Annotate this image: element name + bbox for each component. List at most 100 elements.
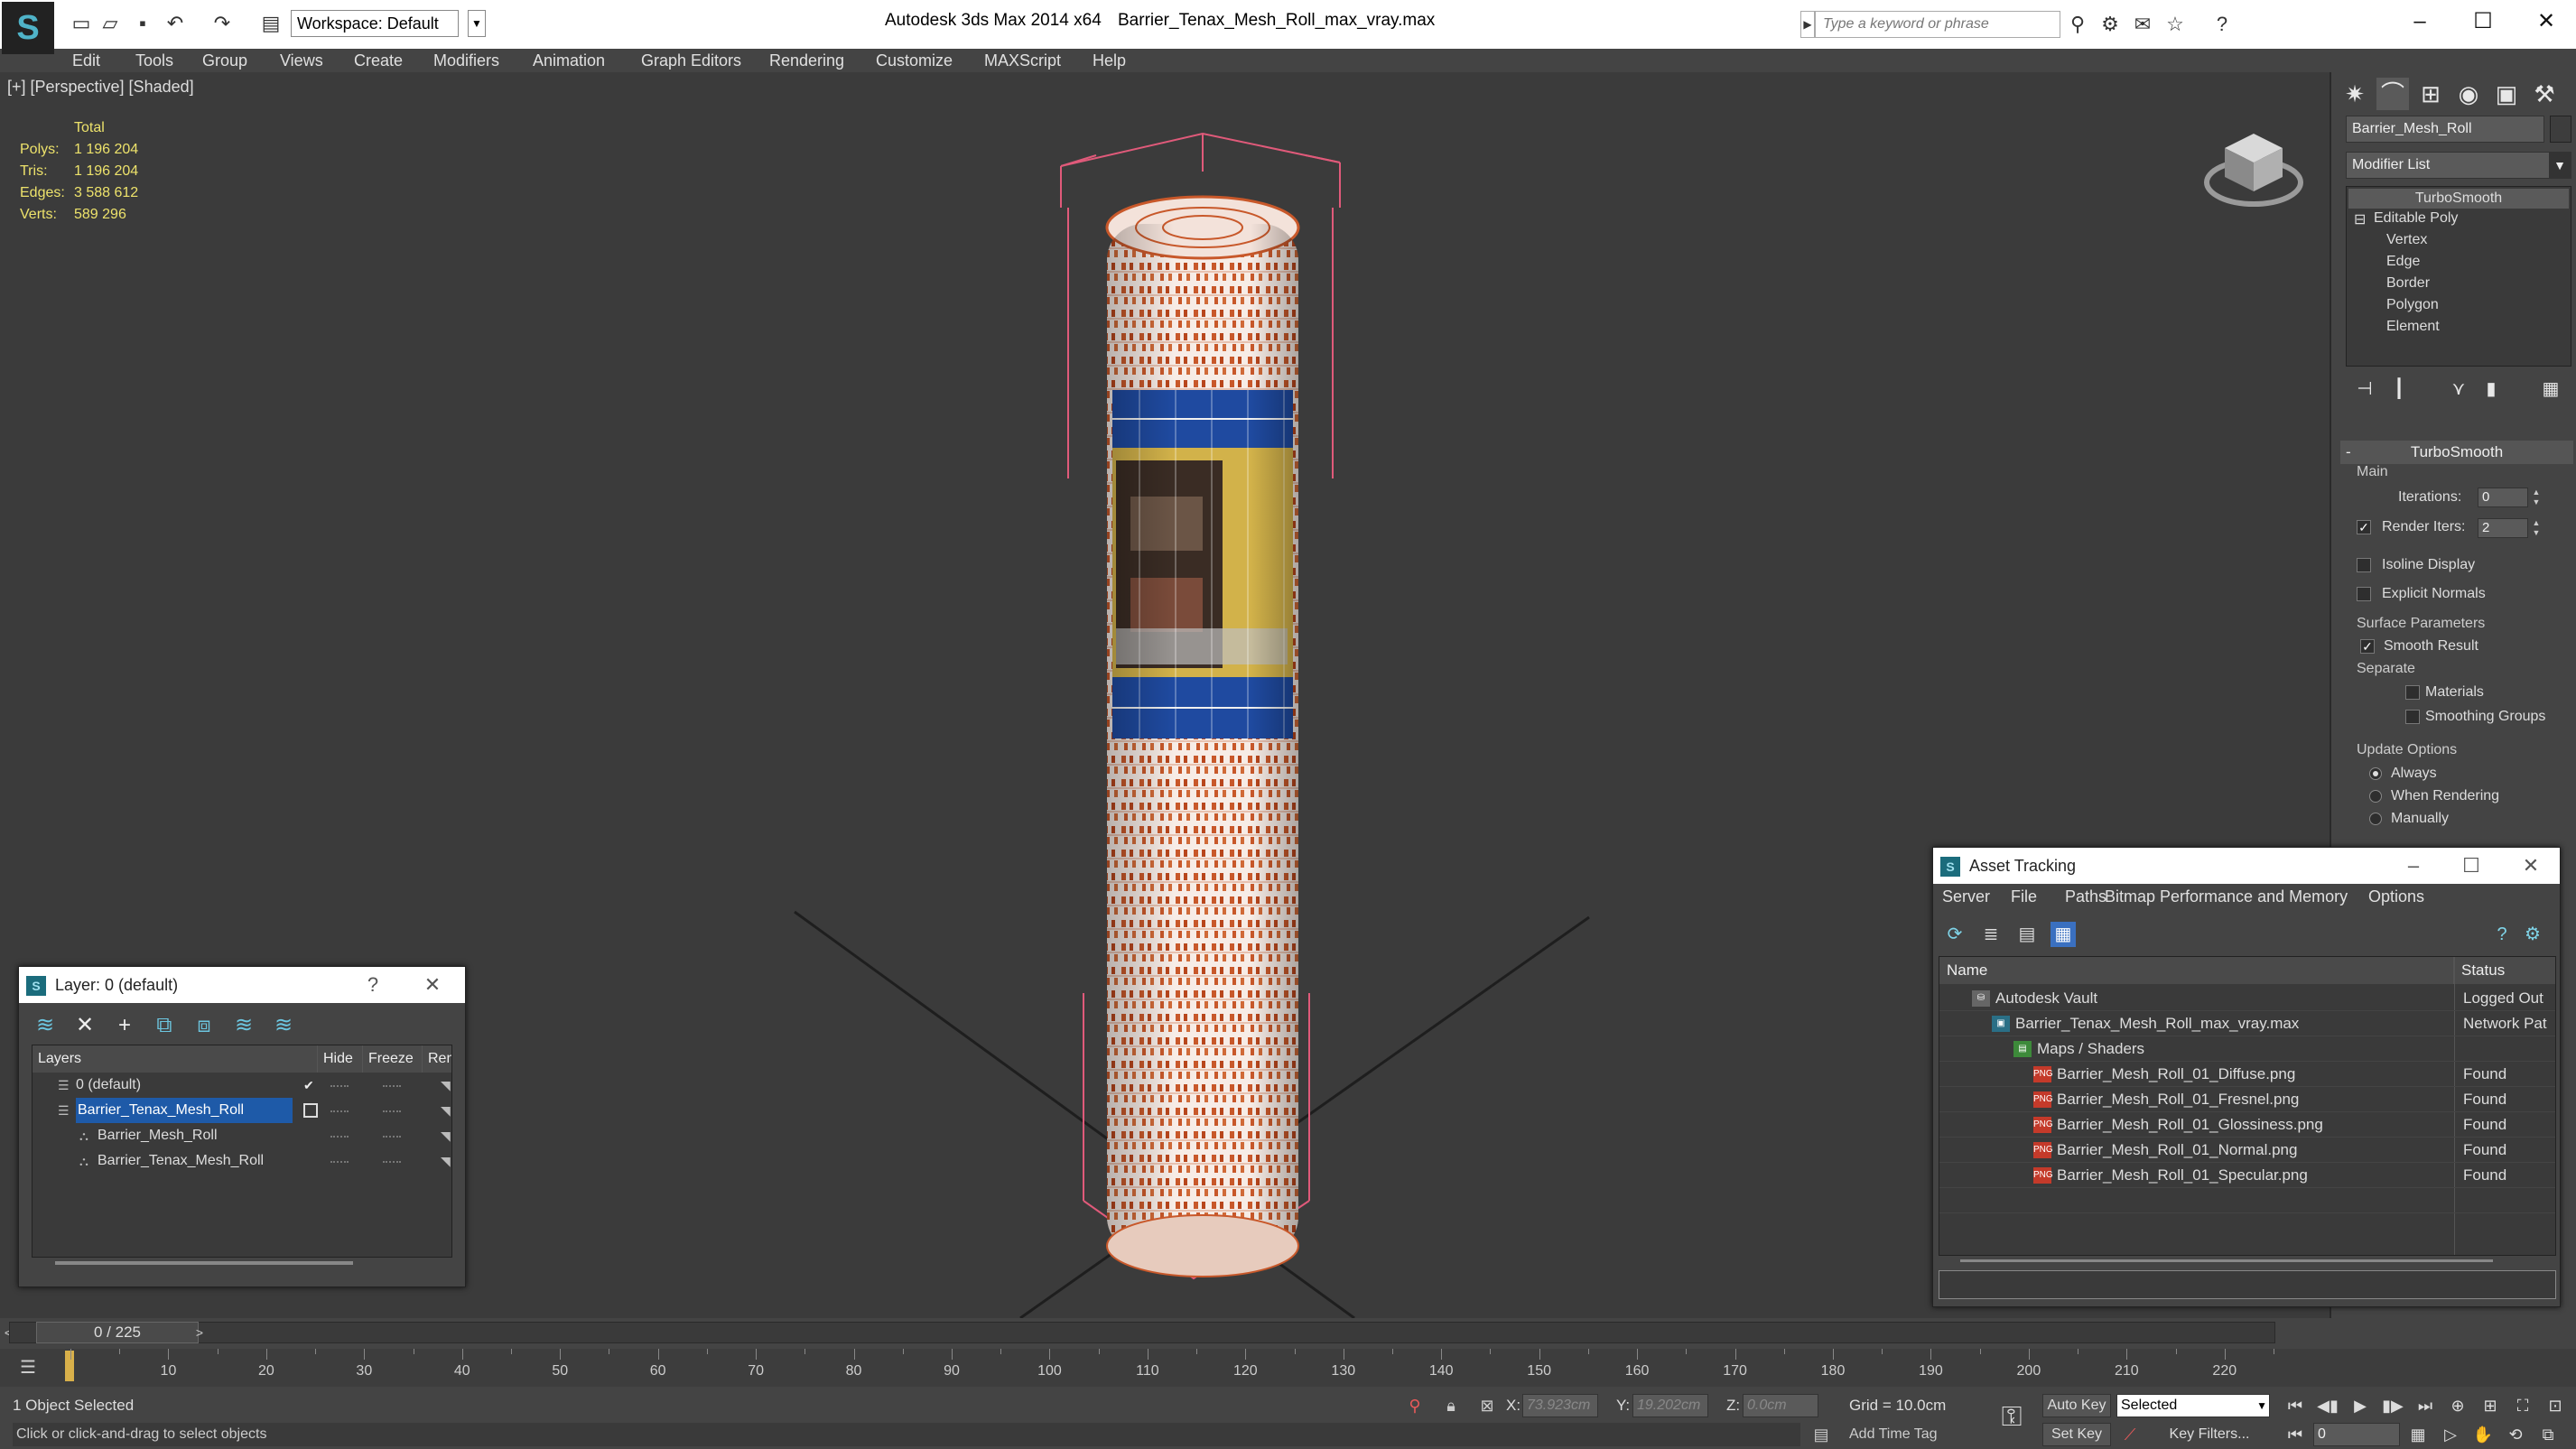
minimize-icon[interactable]: – bbox=[2394, 848, 2433, 884]
z-coordinate-field[interactable]: 0.0cm bbox=[1743, 1394, 1818, 1417]
key-selection-dropdown[interactable]: Selected ▼ bbox=[2116, 1394, 2270, 1417]
asset-row[interactable]: ⛁ Autodesk Vault Logged Out bbox=[1939, 986, 2555, 1011]
asset-row[interactable]: PNG Barrier_Mesh_Roll_01_Diffuse.png Fou… bbox=[1939, 1062, 2555, 1087]
render-teapot-icon[interactable]: ◥ bbox=[441, 1098, 451, 1123]
time-configuration-icon[interactable]: ▦ bbox=[2404, 1423, 2432, 1446]
maximize-toggle-icon[interactable]: ⧉ bbox=[2534, 1423, 2562, 1446]
track-bar[interactable]: ☰ 10 20 30 40 50 60 70 80 90 100 110 120 130 140 150 16… bbox=[0, 1349, 2576, 1387]
zoom-extents-icon[interactable]: ⊞ bbox=[2476, 1394, 2505, 1417]
layer-explorer-titlebar[interactable]: S Layer: 0 (default) ? ✕ bbox=[19, 967, 465, 1003]
layer-name[interactable]: Barrier_Tenax_Mesh_Roll bbox=[76, 1098, 293, 1123]
stack-item-element[interactable]: Element bbox=[2386, 319, 2440, 335]
collapse-icon[interactable]: - bbox=[2346, 441, 2351, 464]
select-in-layer-icon[interactable]: ⧉ bbox=[151, 1012, 178, 1039]
spinner-arrows-icon[interactable]: ▲ ▼ bbox=[2530, 518, 2543, 538]
menu-help[interactable]: Help bbox=[1093, 49, 1126, 72]
object-name-field[interactable]: Barrier_Mesh_Roll bbox=[2346, 116, 2544, 143]
asset-row[interactable]: PNG Barrier_Mesh_Roll_01_Fresnel.png Fou… bbox=[1939, 1087, 2555, 1112]
hide-toggle[interactable] bbox=[330, 1085, 349, 1087]
expand-icon[interactable]: ⊟ bbox=[2354, 210, 2366, 228]
help-icon[interactable]: ? bbox=[353, 967, 393, 1003]
smoothing-groups-checkbox[interactable] bbox=[2405, 710, 2420, 724]
workspace-dropdown[interactable]: Workspace: Default bbox=[291, 10, 459, 37]
menu-animation[interactable]: Animation bbox=[533, 49, 605, 72]
asset-tracking-titlebar[interactable]: S Asset Tracking – ☐ ✕ bbox=[1933, 848, 2560, 884]
freeze-all-layers-icon[interactable]: ≋ bbox=[270, 1012, 297, 1039]
selection-lock-icon[interactable]: 🔒︎ bbox=[1439, 1394, 1463, 1417]
stack-item-polygon[interactable]: Polygon bbox=[2386, 297, 2439, 313]
asset-menu-bitmap-performance[interactable]: Bitmap Performance and Memory bbox=[2105, 887, 2348, 906]
add-to-layer-icon[interactable]: + bbox=[111, 1012, 138, 1039]
current-frame-field[interactable]: 0 bbox=[2313, 1423, 2400, 1446]
asset-row[interactable]: ▤ Maps / Shaders bbox=[1939, 1036, 2555, 1062]
layer-object-name[interactable]: Barrier_Tenax_Mesh_Roll bbox=[98, 1148, 267, 1174]
object-color-swatch[interactable] bbox=[2550, 116, 2571, 143]
auto-key-button[interactable]: Auto Key bbox=[2042, 1394, 2111, 1417]
add-time-tag-button[interactable]: Add Time Tag bbox=[1849, 1423, 1938, 1446]
search-expand-icon[interactable]: ▶ bbox=[1800, 11, 1815, 38]
default-in-out-tangent-icon[interactable]: ⟋ bbox=[2118, 1423, 2142, 1446]
delete-layer-icon[interactable]: ✕ bbox=[71, 1012, 98, 1039]
key-filters-button[interactable]: Key Filters... bbox=[2151, 1423, 2268, 1446]
render-teapot-icon[interactable]: ◥ bbox=[441, 1123, 451, 1148]
frame-ruler[interactable]: 10 20 30 40 50 60 70 80 90 100 110 120 130 140 150 160 1… bbox=[70, 1349, 2274, 1387]
workspace-dropdown-arrow-icon[interactable]: ▼ bbox=[468, 10, 486, 37]
asset-row[interactable]: PNG Barrier_Mesh_Roll_01_Glossiness.png … bbox=[1939, 1112, 2555, 1138]
curve-editor-toggle-icon[interactable]: ☰ bbox=[14, 1354, 42, 1381]
maximize-icon[interactable]: ☐ bbox=[2451, 848, 2491, 884]
update-when-rendering-radio[interactable] bbox=[2369, 790, 2382, 803]
open-file-icon[interactable]: ▱ bbox=[98, 11, 123, 36]
hide-toggle[interactable] bbox=[330, 1110, 349, 1112]
render-iters-checkbox[interactable]: ✓ bbox=[2357, 520, 2371, 534]
menu-modifiers[interactable]: Modifiers bbox=[433, 49, 499, 72]
render-teapot-icon[interactable]: ◥ bbox=[441, 1148, 451, 1174]
menu-maxscript[interactable]: MAXScript bbox=[984, 49, 1061, 72]
utilities-tab-icon[interactable]: ⚒ bbox=[2528, 78, 2561, 110]
communication-icon[interactable]: ✉ bbox=[2129, 11, 2156, 38]
make-current-layer-icon[interactable] bbox=[303, 1103, 318, 1118]
pan-view-icon[interactable]: ✋ bbox=[2469, 1423, 2497, 1446]
viewcube-icon[interactable] bbox=[2199, 117, 2308, 217]
stack-item-vertex[interactable]: Vertex bbox=[2386, 232, 2427, 248]
motion-tab-icon[interactable]: ◉ bbox=[2452, 78, 2485, 110]
asset-menu-paths[interactable]: Paths bbox=[2065, 887, 2106, 906]
favorites-star-icon[interactable]: ☆ bbox=[2162, 11, 2189, 38]
menu-views[interactable]: Views bbox=[280, 49, 323, 72]
hide-column-header[interactable]: Hide bbox=[318, 1045, 363, 1073]
layer-object-name[interactable]: Barrier_Mesh_Roll bbox=[98, 1123, 221, 1148]
menu-create[interactable]: Create bbox=[354, 49, 403, 72]
search-input[interactable]: Type a keyword or phrase bbox=[1815, 11, 2060, 38]
layer-row[interactable]: ⛬ Barrier_Tenax_Mesh_Roll ◥ bbox=[33, 1148, 451, 1174]
subscription-icon[interactable]: ⚙ bbox=[2097, 11, 2124, 38]
layer-row[interactable]: ☰ Barrier_Tenax_Mesh_Roll ◥ bbox=[33, 1098, 451, 1123]
asset-menu-server[interactable]: Server bbox=[1942, 887, 1990, 906]
create-tab-icon[interactable]: ✷ bbox=[2339, 78, 2371, 110]
close-icon[interactable]: ✕ bbox=[2519, 5, 2573, 38]
isoline-display-checkbox[interactable] bbox=[2357, 558, 2371, 572]
layer-name[interactable]: 0 (default) bbox=[76, 1073, 144, 1098]
minimize-icon[interactable]: – bbox=[2393, 5, 2447, 38]
menu-edit[interactable]: Edit bbox=[72, 49, 100, 72]
layer-row[interactable]: ☰ 0 (default) ✔ ◥ bbox=[33, 1073, 451, 1098]
project-folder-icon[interactable]: ▤ bbox=[258, 11, 284, 36]
update-always-radio[interactable] bbox=[2369, 767, 2382, 780]
spinner-arrows-icon[interactable]: ▲ ▼ bbox=[2530, 488, 2543, 507]
update-manually-radio[interactable] bbox=[2369, 813, 2382, 825]
redo-icon[interactable]: ↷ bbox=[209, 11, 235, 36]
stack-item-editable-poly[interactable]: Editable Poly bbox=[2374, 210, 2458, 227]
asset-menu-options[interactable]: Options bbox=[2368, 887, 2424, 906]
iterations-spinner[interactable]: 0 bbox=[2478, 488, 2528, 507]
zoom-icon[interactable]: ⊕ bbox=[2443, 1394, 2472, 1417]
menu-tools[interactable]: Tools bbox=[135, 49, 173, 72]
y-coordinate-field[interactable]: 19.202cm bbox=[1632, 1394, 1708, 1417]
set-keys-key-icon[interactable]: ⚿ bbox=[1994, 1399, 2030, 1435]
freeze-column-header[interactable]: Freeze bbox=[363, 1045, 423, 1073]
new-layer-icon[interactable]: ≋ bbox=[32, 1012, 59, 1039]
isolate-selection-icon[interactable]: ⚲ bbox=[1403, 1394, 1427, 1417]
help-icon[interactable]: ? bbox=[2209, 11, 2236, 38]
asset-path-field[interactable] bbox=[1939, 1270, 2556, 1299]
zoom-extents-all-icon[interactable]: ⛶ bbox=[2508, 1394, 2537, 1417]
render-teapot-icon[interactable]: ◥ bbox=[441, 1073, 451, 1098]
app-menu-logo-icon[interactable]: S bbox=[2, 2, 54, 54]
highlight-selected-icon[interactable]: ⧈ bbox=[191, 1012, 218, 1039]
